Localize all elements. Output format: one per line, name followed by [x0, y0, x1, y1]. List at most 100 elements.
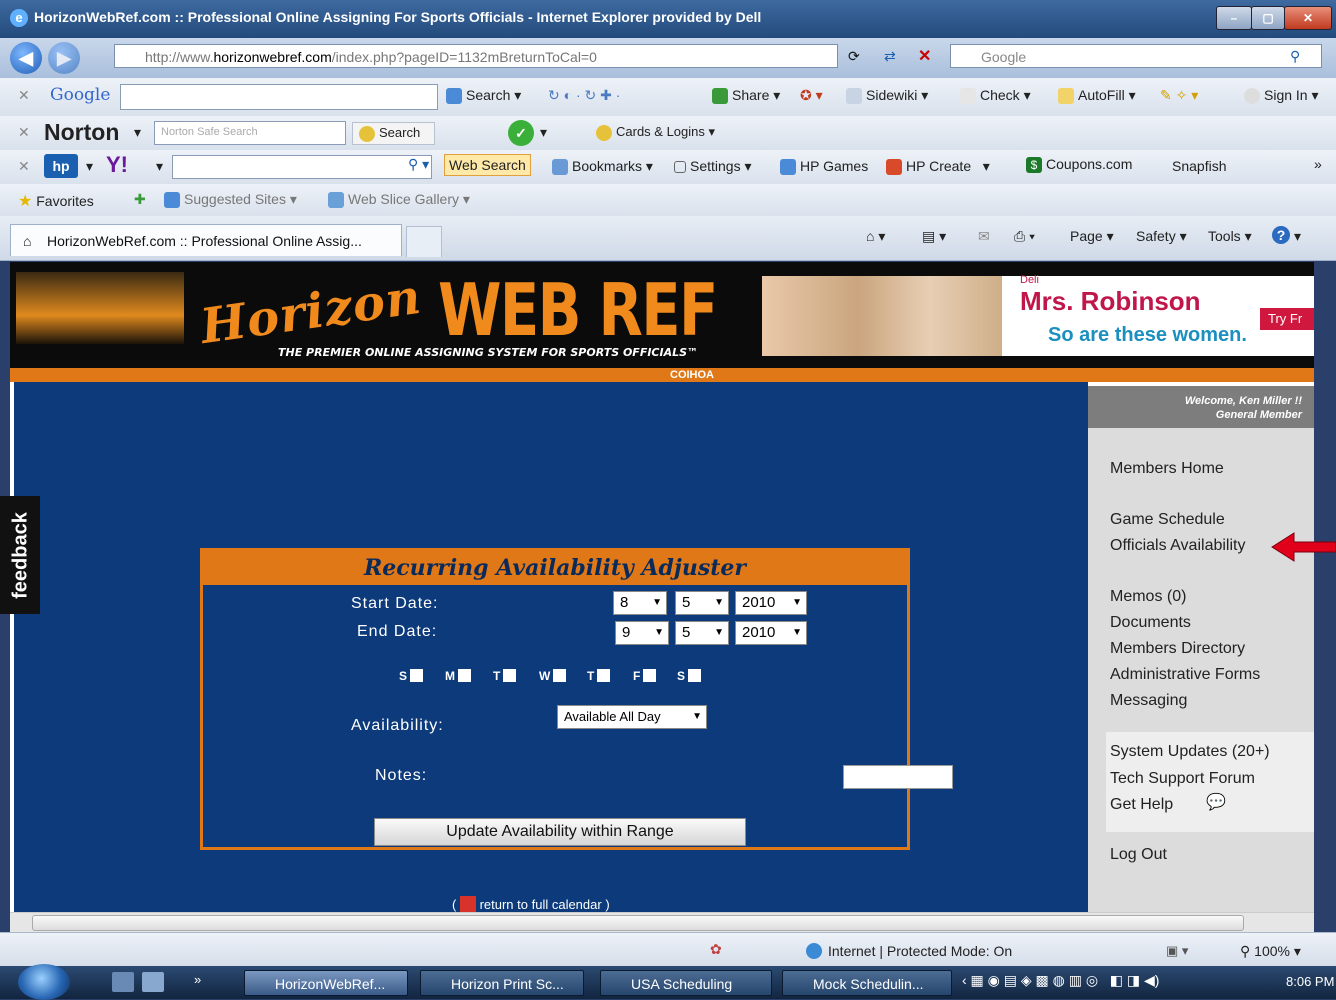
- start-day-select[interactable]: 5 ▼: [675, 591, 729, 615]
- new-tab-button[interactable]: [406, 226, 442, 257]
- day-checkbox-sun[interactable]: S: [399, 669, 424, 683]
- sidebar-link-documents[interactable]: Documents: [1110, 614, 1191, 632]
- tray-icons-group[interactable]: ‹ ▦ ◉ ▤ ◈ ▩ ◍ ▥ ◎ ◧ ◨ ◀): [962, 972, 1159, 989]
- day-checkbox-wed[interactable]: W: [539, 669, 567, 683]
- tab-horizonwebref[interactable]: ⌂ HorizonWebRef.com :: Professional Onli…: [10, 224, 402, 256]
- norton-safe-menu-icon[interactable]: ▾: [540, 124, 547, 141]
- sidebar-link-memos[interactable]: Memos (0): [1110, 588, 1186, 606]
- return-to-calendar-link[interactable]: ( return to full calendar ): [452, 896, 610, 912]
- day-checkbox-fri[interactable]: F: [633, 669, 657, 683]
- hp-logo-icon[interactable]: hp: [44, 154, 78, 178]
- day-checkbox-thu[interactable]: T: [587, 669, 611, 683]
- browser-search-input[interactable]: Google: [950, 44, 1322, 68]
- forward-button[interactable]: ▶: [48, 42, 80, 74]
- norton-menu-icon[interactable]: ▾: [134, 124, 141, 141]
- availability-select[interactable]: Available All Day ▼: [557, 705, 707, 729]
- ad-cta-button[interactable]: Try Fr: [1260, 308, 1314, 330]
- sidebar-link-administrative-forms[interactable]: Administrative Forms: [1110, 666, 1260, 684]
- feeds-icon[interactable]: ▤ ▾: [922, 228, 946, 245]
- start-year-select[interactable]: 2010 ▼: [735, 591, 807, 615]
- checkbox[interactable]: [643, 669, 657, 682]
- switch-windows-icon[interactable]: [142, 972, 164, 992]
- yahoo-menu-icon[interactable]: ▾: [156, 158, 163, 175]
- popup-blocker-icon[interactable]: ✿: [710, 941, 722, 958]
- sidebar-link-messaging[interactable]: Messaging: [1110, 692, 1187, 710]
- cards-logins-button[interactable]: Cards & Logins ▾: [596, 124, 715, 141]
- sidebar-link-officials-availability[interactable]: Officials Availability: [1110, 537, 1245, 555]
- notes-input[interactable]: [843, 765, 953, 789]
- sidewiki-button[interactable]: Sidewiki ▾: [846, 87, 928, 105]
- quicklaunch-more-icon[interactable]: »: [194, 972, 201, 987]
- print-icon[interactable]: ⎙ ▾: [1014, 228, 1035, 245]
- page-menu[interactable]: Page ▾: [1070, 228, 1114, 245]
- add-favorite-icon[interactable]: ✚: [134, 191, 146, 208]
- share-button[interactable]: Share ▾: [712, 87, 780, 105]
- sidebar-link-log-out[interactable]: Log Out: [1110, 846, 1167, 864]
- taskbar-item-horizonwebref[interactable]: HorizonWebRef...: [244, 970, 408, 996]
- magnifier-icon[interactable]: ⚲ ▾: [408, 156, 429, 173]
- suggested-sites-link[interactable]: Suggested Sites ▾: [164, 191, 297, 209]
- zoom-level[interactable]: ⚲ 100% ▾: [1240, 943, 1301, 960]
- start-month-select[interactable]: 8 ▼: [613, 591, 667, 615]
- address-bar[interactable]: http://www.horizonwebref.com/index.php?p…: [114, 44, 838, 68]
- search-icon[interactable]: ⚲: [1290, 48, 1300, 65]
- update-availability-button[interactable]: Update Availability within Range: [374, 818, 746, 846]
- toolbar-icons-group[interactable]: ↻ ◐ · ↻ ✚ ·: [548, 87, 620, 104]
- autofill-button[interactable]: AutoFill ▾: [1058, 87, 1136, 105]
- chevron-more-icon[interactable]: »: [1314, 156, 1322, 172]
- web-search-button[interactable]: Web Search: [444, 154, 531, 176]
- bookmark-icon[interactable]: ✪ ▾: [800, 87, 823, 104]
- sidebar-link-members-directory[interactable]: Members Directory: [1110, 640, 1245, 658]
- norton-search-button[interactable]: Search: [352, 122, 436, 145]
- sidebar-link-system-updates[interactable]: System Updates (20+): [1110, 743, 1270, 761]
- hp-menu-icon[interactable]: ▾: [86, 158, 93, 175]
- home-icon[interactable]: ⌂ ▾: [866, 228, 885, 245]
- checkbox[interactable]: [553, 669, 567, 682]
- coupons-link[interactable]: $ Coupons.com: [1026, 156, 1132, 174]
- safety-menu[interactable]: Safety ▾: [1136, 228, 1187, 245]
- advertisement[interactable]: Deli Mrs. Robinson So are these women. T…: [762, 274, 1314, 356]
- snapfish-link[interactable]: Snapfish: [1172, 158, 1226, 174]
- minimize-button[interactable]: –: [1216, 6, 1252, 30]
- close-toolbar-icon[interactable]: ✕: [18, 87, 30, 104]
- bookmarks-button[interactable]: Bookmarks ▾: [552, 158, 653, 176]
- norton-search-input[interactable]: Norton Safe Search: [154, 121, 346, 145]
- checkbox[interactable]: [410, 669, 424, 682]
- spellcheck-button[interactable]: Check ▾: [960, 87, 1031, 105]
- show-desktop-icon[interactable]: [112, 972, 134, 992]
- maximize-button[interactable]: ▢: [1251, 6, 1285, 30]
- stop-icon[interactable]: ✕: [918, 46, 931, 66]
- wrench-icon[interactable]: ✎ ✧ ▾: [1160, 87, 1198, 104]
- taskbar-item-usa-scheduling[interactable]: USA Scheduling: [600, 970, 772, 996]
- taskbar-item-mock-scheduling[interactable]: Mock Schedulin...: [782, 970, 952, 996]
- mail-icon[interactable]: ✉: [978, 228, 990, 245]
- scrollbar-thumb[interactable]: [32, 915, 1244, 931]
- norton-safe-icon[interactable]: ✓: [508, 120, 534, 146]
- back-button[interactable]: ◀: [10, 42, 42, 74]
- web-slice-gallery-link[interactable]: Web Slice Gallery ▾: [328, 191, 470, 209]
- checkbox[interactable]: [688, 669, 702, 682]
- sidebar-link-members-home[interactable]: Members Home: [1110, 460, 1224, 478]
- taskbar-item-horizon-print[interactable]: Horizon Print Sc...: [420, 970, 584, 996]
- sidebar-link-get-help[interactable]: Get Help: [1110, 796, 1173, 814]
- settings-button[interactable]: Settings ▾: [674, 158, 752, 175]
- day-checkbox-mon[interactable]: M: [445, 669, 471, 683]
- end-day-select[interactable]: 5 ▼: [675, 621, 729, 645]
- start-button[interactable]: [18, 964, 70, 1000]
- google-search-button[interactable]: Search ▾: [446, 87, 521, 105]
- close-toolbar-icon[interactable]: ✕: [18, 158, 30, 175]
- close-button[interactable]: ✕: [1284, 6, 1332, 30]
- google-search-input[interactable]: [120, 84, 438, 110]
- sidebar-link-tech-support-forum[interactable]: Tech Support Forum: [1110, 770, 1255, 788]
- yahoo-logo-icon[interactable]: Y!: [106, 152, 128, 178]
- end-year-select[interactable]: 2010 ▼: [735, 621, 807, 645]
- hp-games-link[interactable]: HP Games: [780, 158, 868, 176]
- checkbox[interactable]: [503, 669, 517, 682]
- end-month-select[interactable]: 9 ▼: [615, 621, 669, 645]
- help-icon[interactable]: ?: [1272, 226, 1290, 244]
- day-checkbox-sat[interactable]: S: [677, 669, 702, 683]
- help-menu-icon[interactable]: ▾: [1294, 228, 1301, 245]
- protected-mode-icon[interactable]: ▣ ▾: [1166, 943, 1188, 959]
- refresh-icon[interactable]: ⟳: [848, 48, 860, 65]
- feedback-tab[interactable]: feedback: [0, 496, 40, 614]
